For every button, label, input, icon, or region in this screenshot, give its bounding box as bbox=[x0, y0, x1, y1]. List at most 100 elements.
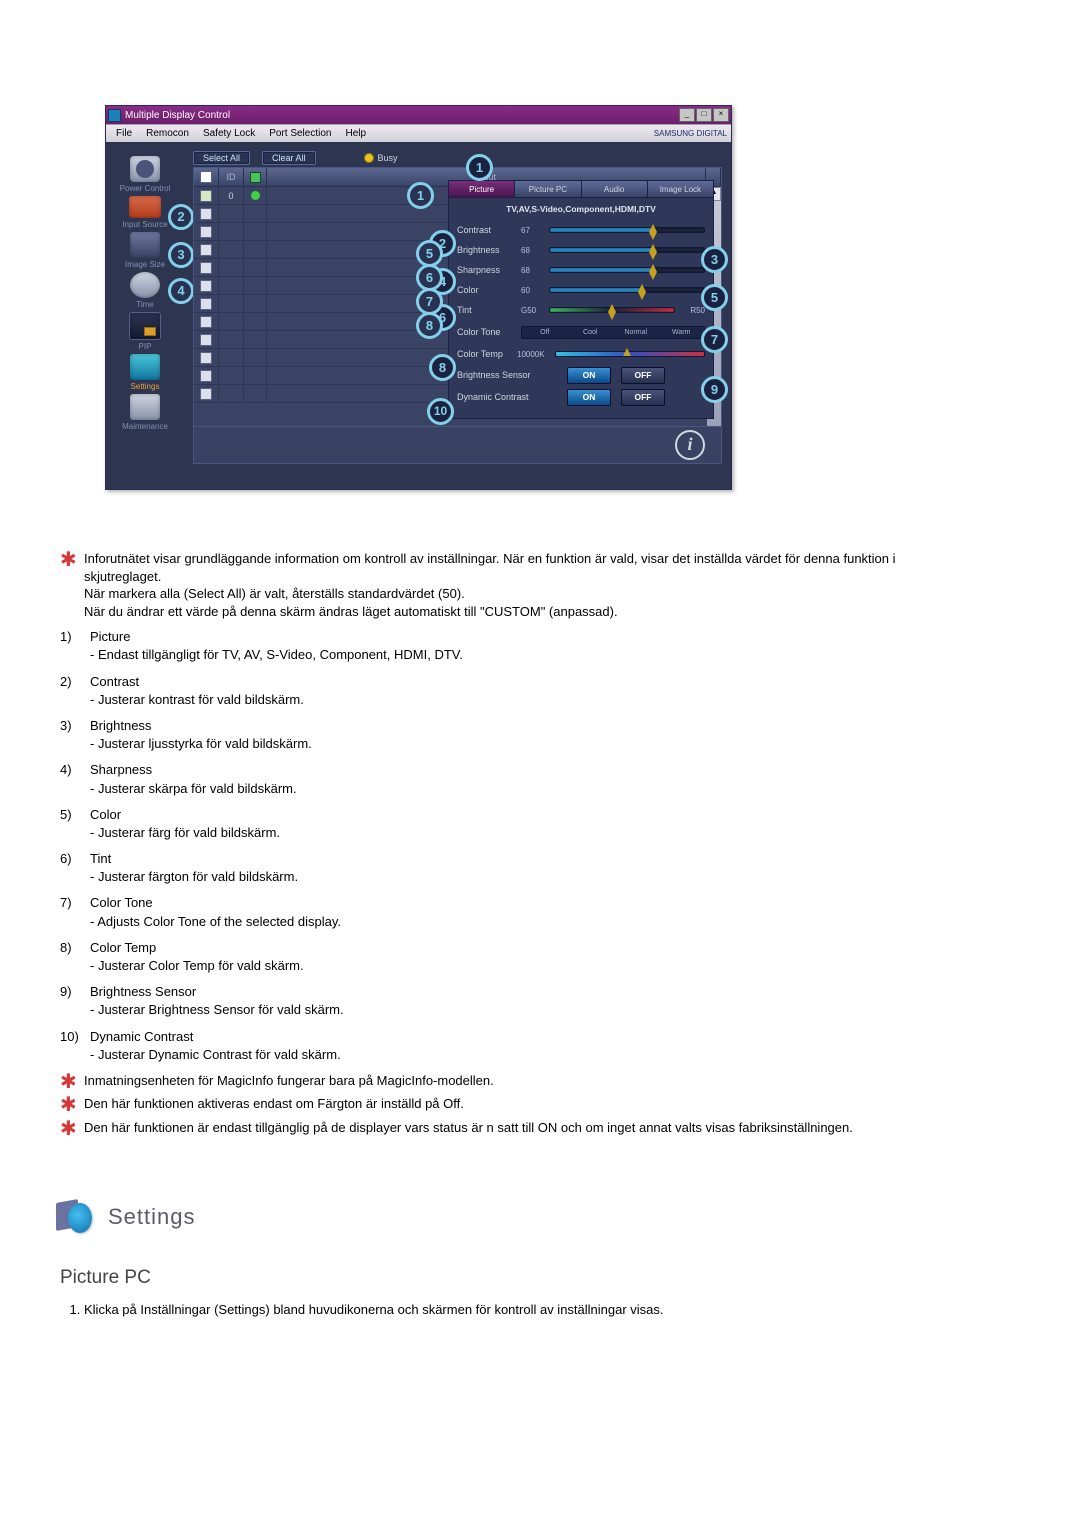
color-temp-value: 10000K bbox=[517, 350, 555, 359]
sidebar-label: Image Size bbox=[125, 260, 165, 269]
list-item: 10)Dynamic Contrast- Justerar Dynamic Co… bbox=[60, 1028, 960, 1064]
image-size-icon bbox=[130, 232, 160, 258]
app-icon bbox=[108, 109, 121, 122]
close-button[interactable]: × bbox=[713, 108, 729, 122]
row-checkbox[interactable] bbox=[200, 370, 212, 382]
sidebar-label: Time bbox=[136, 300, 153, 309]
callout-badge: 6 bbox=[416, 264, 443, 291]
row-checkbox[interactable] bbox=[200, 334, 212, 346]
step-item: Klicka på Inställningar (Settings) bland… bbox=[84, 1302, 960, 1317]
tab-audio[interactable]: Audio bbox=[581, 180, 647, 198]
menu-file[interactable]: File bbox=[110, 128, 138, 139]
color-tone-slider[interactable]: Off Cool Normal Warm bbox=[521, 326, 705, 339]
main-area: Select All Clear All Busy ID Input bbox=[184, 142, 731, 489]
sharpness-value: 68 bbox=[521, 266, 549, 275]
steps-list: Klicka på Inställningar (Settings) bland… bbox=[60, 1302, 960, 1317]
tint-slider[interactable] bbox=[549, 307, 675, 313]
list-item: 8)Color Temp- Justerar Color Temp för va… bbox=[60, 939, 960, 975]
dynamic-contrast-on[interactable]: ON bbox=[567, 389, 611, 406]
clear-all-button[interactable]: Clear All bbox=[262, 151, 316, 165]
app-window: Multiple Display Control _ □ × File Remo… bbox=[105, 105, 732, 490]
row-color-tone: Color Tone Off Cool Normal Warm bbox=[457, 320, 705, 344]
tone-off[interactable]: Off bbox=[522, 327, 568, 338]
tone-cool[interactable]: Cool bbox=[568, 327, 614, 338]
tone-warm[interactable]: Warm bbox=[659, 327, 705, 338]
color-slider[interactable] bbox=[549, 287, 705, 293]
note-line: När du ändrar ett värde på denna skärm ä… bbox=[84, 603, 960, 621]
time-icon bbox=[130, 272, 160, 298]
star-icon: ✱ bbox=[60, 553, 74, 567]
bottom-bar: i bbox=[193, 427, 722, 464]
row-checkbox[interactable] bbox=[200, 190, 212, 202]
sidebar-item-pip[interactable]: PIP bbox=[110, 312, 180, 351]
star-icon: ✱ bbox=[60, 1098, 74, 1112]
check-all[interactable] bbox=[200, 171, 212, 183]
right-panel: 1 2 3 4 5 6 7 8 9 10 Picture Picture PC … bbox=[456, 180, 714, 419]
contrast-slider[interactable] bbox=[549, 227, 705, 233]
list-item: 3)Brightness- Justerar ljusstyrka för va… bbox=[60, 717, 960, 753]
menu-safety-lock[interactable]: Safety Lock bbox=[197, 128, 261, 139]
row-sharpness: Sharpness 68 bbox=[457, 260, 705, 280]
tab-image-lock[interactable]: Image Lock bbox=[647, 180, 714, 198]
row-checkbox[interactable] bbox=[200, 226, 212, 238]
sharpness-slider[interactable] bbox=[549, 267, 705, 273]
row-color-temp: Color Temp 10000K bbox=[457, 344, 705, 364]
brightness-slider[interactable] bbox=[549, 247, 705, 253]
row-checkbox[interactable] bbox=[200, 208, 212, 220]
title-bar[interactable]: Multiple Display Control _ □ × bbox=[106, 106, 731, 124]
info-icon[interactable]: i bbox=[675, 430, 705, 460]
brand-label: SAMSUNG DIGITAL bbox=[654, 129, 727, 138]
brightness-sensor-on[interactable]: ON bbox=[567, 367, 611, 384]
minimize-button[interactable]: _ bbox=[679, 108, 695, 122]
menu-remocon[interactable]: Remocon bbox=[140, 128, 195, 139]
list-item: 7)Color Tone- Adjusts Color Tone of the … bbox=[60, 894, 960, 930]
callout-badge: 3 bbox=[701, 246, 728, 273]
color-temp-slider[interactable] bbox=[555, 351, 705, 357]
sidebar-label: Power Control bbox=[120, 184, 171, 193]
col-id[interactable]: ID bbox=[219, 168, 244, 186]
contrast-label: Contrast bbox=[457, 225, 521, 235]
color-tone-label: Color Tone bbox=[457, 327, 521, 337]
menu-port-selection[interactable]: Port Selection bbox=[263, 128, 337, 139]
select-all-button[interactable]: Select All bbox=[193, 151, 250, 165]
callout-badge: 8 bbox=[429, 354, 456, 381]
color-value: 60 bbox=[521, 286, 549, 295]
star-icon: ✱ bbox=[60, 1075, 74, 1089]
input-source-icon bbox=[129, 196, 161, 218]
sidebar-item-power-control[interactable]: Power Control bbox=[110, 156, 180, 193]
dynamic-contrast-off[interactable]: OFF bbox=[621, 389, 665, 406]
status-dot-icon bbox=[251, 191, 260, 200]
tab-picture[interactable]: Picture bbox=[448, 180, 514, 198]
sidebar-item-time[interactable]: Time 4 bbox=[110, 272, 180, 309]
tab-picture-pc[interactable]: Picture PC bbox=[514, 180, 580, 198]
sidebar-item-maintenance[interactable]: Maintenance bbox=[110, 394, 180, 431]
tone-normal[interactable]: Normal bbox=[613, 327, 659, 338]
row-brightness-sensor: Brightness Sensor ON OFF bbox=[457, 364, 705, 386]
row-brightness: Brightness 68 bbox=[457, 240, 705, 260]
list-item: 2)Contrast- Justerar kontrast för vald b… bbox=[60, 673, 960, 709]
brightness-sensor-label: Brightness Sensor bbox=[457, 370, 557, 380]
menu-help[interactable]: Help bbox=[339, 128, 372, 139]
note-color-tone-off: ✱ Den här funktionen aktiveras endast om… bbox=[60, 1095, 960, 1113]
section-header: Settings bbox=[56, 1197, 960, 1237]
row-checkbox[interactable] bbox=[200, 280, 212, 292]
brightness-sensor-off[interactable]: OFF bbox=[621, 367, 665, 384]
row-checkbox[interactable] bbox=[200, 352, 212, 364]
sidebar-item-input-source[interactable]: Input Source 2 bbox=[110, 196, 180, 229]
col-status[interactable] bbox=[244, 168, 267, 186]
row-checkbox[interactable] bbox=[200, 298, 212, 310]
tint-label: Tint bbox=[457, 305, 521, 315]
row-checkbox[interactable] bbox=[200, 262, 212, 274]
row-checkbox[interactable] bbox=[200, 388, 212, 400]
sidebar-label: Settings bbox=[131, 382, 160, 391]
sidebar-item-image-size[interactable]: Image Size 3 bbox=[110, 232, 180, 269]
row-checkbox[interactable] bbox=[200, 244, 212, 256]
list-item: 6)Tint- Justerar färgton för vald bildsk… bbox=[60, 850, 960, 886]
maximize-button[interactable]: □ bbox=[696, 108, 712, 122]
note-status-on: ✱ Den här funktionen är endast tillgängl… bbox=[60, 1119, 960, 1137]
busy-indicator: Busy bbox=[364, 153, 398, 163]
sidebar-item-settings[interactable]: Settings bbox=[110, 354, 180, 391]
note-line: Inmatningsenheten för MagicInfo fungerar… bbox=[84, 1072, 494, 1090]
settings-section-icon bbox=[56, 1197, 96, 1237]
row-checkbox[interactable] bbox=[200, 316, 212, 328]
